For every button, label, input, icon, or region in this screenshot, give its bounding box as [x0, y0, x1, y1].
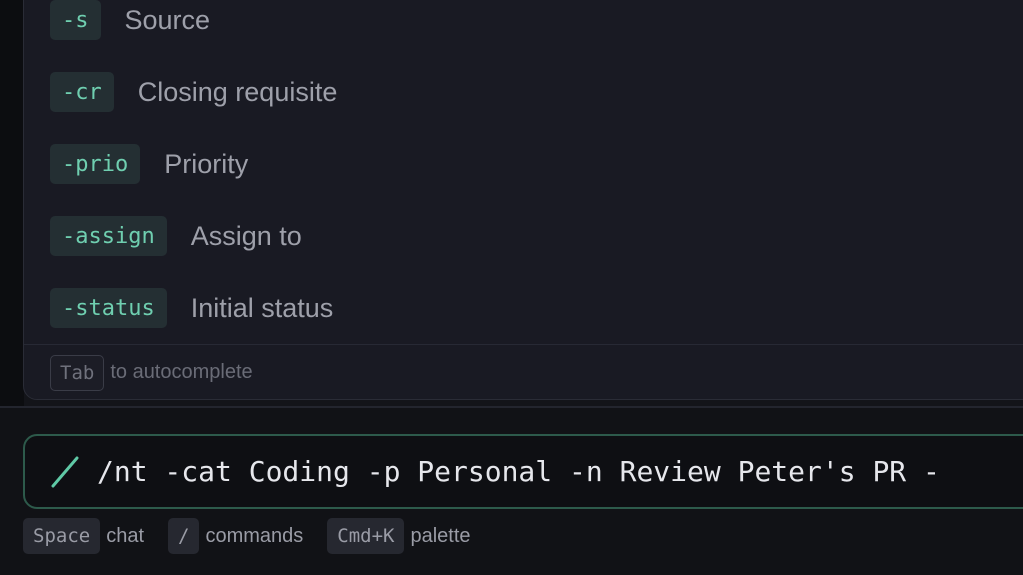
cmd-k-key-hint: Cmd+K: [327, 518, 405, 554]
command-input[interactable]: [97, 455, 997, 488]
flag-option-priority[interactable]: -prio Priority: [50, 144, 248, 184]
flag-chip: -assign: [50, 216, 167, 256]
slash-key-hint: /: [168, 518, 200, 554]
flag-description: Closing requisite: [137, 76, 338, 107]
flag-chip: -status: [50, 288, 167, 328]
flag-description: Source: [124, 4, 211, 35]
commands-hint-label: commands: [205, 524, 304, 547]
command-input-box[interactable]: [23, 434, 1023, 509]
left-panel-edge: [0, 0, 24, 408]
tab-key-hint: Tab: [50, 354, 105, 391]
autocomplete-footer: Tab to autocomplete: [24, 344, 1023, 400]
shortcut-hints: Space chat / commands Cmd+K palette: [23, 518, 495, 554]
flag-autocomplete-popup: -s Source -cr Closing requisite -prio Pr…: [23, 0, 1023, 400]
flag-chip: -cr: [50, 72, 114, 112]
flag-option-status[interactable]: -status Initial status: [50, 288, 333, 328]
flag-description: Assign to: [190, 220, 302, 251]
palette-hint-label: palette: [410, 524, 471, 547]
flag-option-closing-requisite[interactable]: -cr Closing requisite: [50, 72, 337, 112]
flag-description: Priority: [164, 148, 249, 179]
autocomplete-hint-text: to autocomplete: [110, 361, 253, 383]
space-key-hint: Space: [23, 518, 101, 554]
slash-icon: [51, 456, 79, 487]
chat-hint-label: chat: [106, 524, 145, 547]
flag-option-source[interactable]: -s Source: [50, 0, 210, 40]
flag-chip: -s: [50, 0, 101, 40]
flag-description: Initial status: [190, 292, 334, 323]
flag-chip: -prio: [50, 144, 141, 184]
flag-option-assign[interactable]: -assign Assign to: [50, 216, 302, 256]
command-bar: Space chat / commands Cmd+K palette: [0, 408, 1023, 575]
